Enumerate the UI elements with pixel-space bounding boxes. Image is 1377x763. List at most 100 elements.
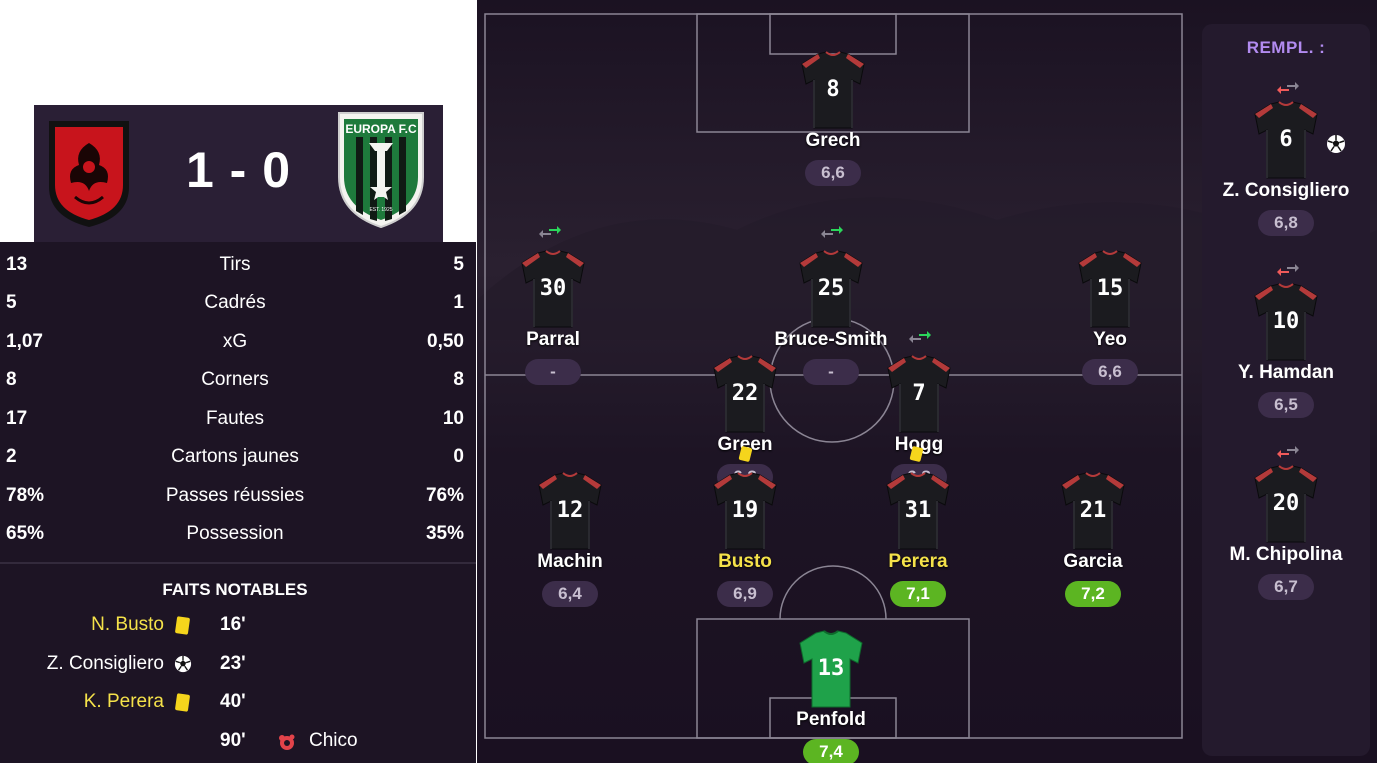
player-rating: 6,9 — [717, 581, 773, 607]
stat-label: Corners — [201, 369, 269, 390]
swap-icon — [1277, 446, 1299, 458]
shirt-number: 30 — [540, 276, 567, 301]
football-icon — [174, 655, 192, 675]
player-card[interactable]: 7 Hogg 6,8 — [839, 331, 999, 490]
shirt-number: 13 — [818, 656, 845, 681]
swap-icon — [539, 226, 561, 238]
player-rating: 6,6 — [1082, 359, 1138, 385]
stat-label: Fautes — [205, 408, 265, 429]
injury-icon — [276, 732, 298, 752]
player-name: Penfold — [796, 709, 866, 730]
event-minute: 23' — [220, 653, 246, 674]
shirt-icon: 10 — [1254, 283, 1318, 361]
substitute-rating: 6,5 — [1258, 392, 1314, 418]
event-minute: 40' — [220, 691, 246, 712]
shirt-icon: 7 — [887, 355, 951, 433]
player-name: Yeo — [1093, 329, 1127, 350]
shirt-number: 20 — [1273, 491, 1300, 516]
player-name: Perera — [888, 551, 948, 572]
player-card[interactable]: 8 Grech 6,6 — [753, 50, 913, 186]
player-card[interactable]: 21 Garcia 7,2 — [1013, 471, 1173, 607]
stat-row-xg: 1,07 xG 0,50 — [0, 323, 476, 361]
substitute-name: M. Chipolina — [1229, 544, 1343, 565]
shirt-number: 19 — [732, 498, 759, 523]
shirt-icon: 22 — [713, 355, 777, 433]
swap-icon — [909, 331, 931, 343]
stat-row-corners: 8 Corners 8 — [0, 361, 476, 399]
player-card[interactable]: 19 Busto 6,9 — [665, 471, 825, 607]
event-minute: 16' — [220, 614, 246, 635]
swap-icon — [821, 226, 843, 238]
crest-name-text: EUROPA F.C — [345, 122, 417, 136]
shirt-icon: 19 — [713, 472, 777, 550]
swap-icon — [1277, 82, 1299, 94]
shirt-number: 25 — [818, 276, 845, 301]
substitute-card[interactable]: 20 M. Chipolina 6,7 — [1202, 444, 1370, 600]
shirt-icon: 31 — [886, 472, 950, 550]
shirt-icon: 12 — [538, 472, 602, 550]
player-rating: 6,6 — [805, 160, 861, 186]
stat-label: Possession — [186, 523, 284, 544]
substitutes-panel: REMPL. : 6 Z. Consigliero 6,8 10 Y. Hamd… — [1202, 24, 1370, 756]
event-minute: 90' — [220, 730, 246, 751]
player-name: Parral — [526, 329, 580, 350]
event-player: Z. Consigliero — [46, 653, 164, 674]
yellow-card-icon — [738, 445, 753, 463]
shirt-number: 7 — [912, 381, 925, 406]
yellow-card-icon — [174, 616, 192, 636]
stat-row-pass-completion: 78% Passes réussies 76% — [0, 477, 476, 515]
stat-row-possession: 65% Possession 35% — [0, 515, 476, 553]
goalkeeper-shirt-icon: 13 — [799, 630, 863, 708]
player-rating: 7,4 — [803, 739, 859, 763]
shirt-number: 22 — [732, 381, 759, 406]
player-card[interactable]: 12 Machin 6,4 — [490, 471, 650, 607]
player-card[interactable]: 30 Parral - — [477, 226, 633, 385]
yellow-card-icon — [909, 445, 924, 463]
stat-row-on-target: 5 Cadrés 1 — [0, 284, 476, 322]
shirt-number: 21 — [1080, 498, 1107, 523]
player-name: Machin — [537, 551, 603, 572]
substitute-name: Z. Consigliero — [1222, 180, 1350, 201]
stat-away-value: 10 — [442, 408, 464, 429]
substitute-rating: 6,7 — [1258, 574, 1314, 600]
yellow-card-icon — [174, 693, 192, 713]
substitutes-title: REMPL. : — [1246, 38, 1326, 57]
player-name: Busto — [718, 551, 772, 572]
match-stats-panel: 13 Tirs 5 5 Cadrés 1 1,07 xG 0,50 8 Corn… — [0, 242, 476, 763]
shirt-icon: 25 — [799, 250, 863, 328]
substitute-name: Y. Hamdan — [1237, 362, 1335, 383]
player-card[interactable]: 15 Yeo 6,6 — [1030, 249, 1190, 385]
event-row: Z. Consigliero 23' — [0, 647, 476, 683]
stat-away-value: 0,50 — [427, 331, 464, 352]
event-row: N. Busto 16' — [0, 608, 476, 644]
event-player: K. Perera — [83, 691, 164, 712]
crest-est-text: EST. 1925 — [369, 207, 392, 213]
europa-fc-crest-icon: EUROPA F.C EST. 1925 — [338, 112, 424, 229]
player-card[interactable]: 31 Perera 7,1 — [838, 471, 998, 607]
stat-row-fouls: 17 Fautes 10 — [0, 400, 476, 438]
shirt-number: 8 — [826, 77, 839, 102]
stat-label: Cartons jaunes — [171, 446, 299, 467]
substitute-card[interactable]: 6 Z. Consigliero 6,8 — [1202, 80, 1370, 236]
event-player: Chico — [309, 730, 358, 751]
stat-away-value: 76% — [425, 485, 464, 506]
shirt-number: 6 — [1279, 127, 1292, 152]
scoreboard: 1 - 0 EUROPA F.C EST. 1925 — [34, 105, 443, 242]
event-player: N. Busto — [91, 614, 164, 635]
player-name: Bruce-Smith — [774, 329, 888, 350]
shirt-icon: 21 — [1061, 472, 1125, 550]
player-rating: - — [525, 359, 581, 385]
player-card[interactable]: 13 Penfold 7,4 — [751, 629, 911, 763]
notable-events-title: FAITS NOTABLES — [162, 580, 308, 599]
stat-away-value: 8 — [453, 369, 464, 390]
player-card[interactable]: 25 Bruce-Smith - — [751, 226, 911, 385]
stat-row-yellow-cards: 2 Cartons jaunes 0 — [0, 438, 476, 476]
shirt-number: 31 — [905, 498, 932, 523]
swap-icon — [1277, 264, 1299, 276]
player-rating: 6,4 — [542, 581, 598, 607]
substitute-card[interactable]: 10 Y. Hamdan 6,5 — [1202, 262, 1370, 418]
shirt-number: 12 — [557, 498, 584, 523]
shirt-icon: 6 — [1254, 101, 1318, 179]
stat-label: xG — [222, 331, 248, 352]
player-card[interactable]: 22 Green 6,3 — [665, 354, 825, 490]
